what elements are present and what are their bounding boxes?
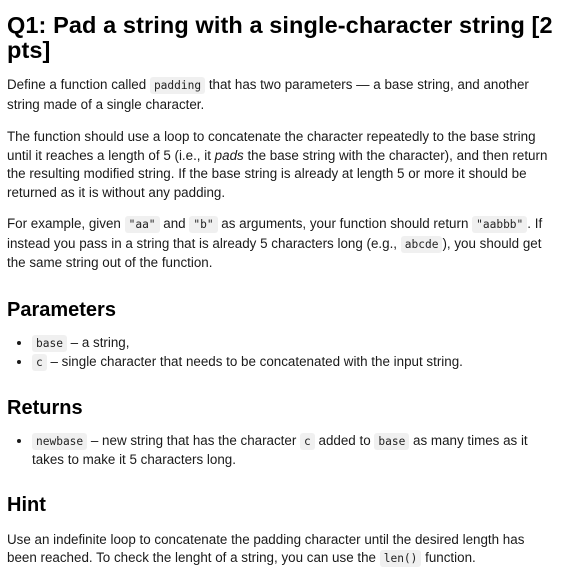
intro-paragraph: Define a function called padding that ha… <box>7 76 555 114</box>
inline-code-padding: padding <box>149 77 206 94</box>
list-item: c – single character that needs to be co… <box>32 353 555 373</box>
inline-code-base: base <box>374 432 410 450</box>
inline-code-abcde: abcde <box>400 235 443 253</box>
inline-code-len: len() <box>379 550 422 567</box>
example-text-3: as arguments, your function should retur… <box>217 216 473 231</box>
returns-text-2: added to <box>314 432 375 448</box>
hint-paragraph: Use an indefinite loop to concatenate th… <box>7 531 555 569</box>
page-title: Q1: Pad a string with a single-character… <box>7 12 553 63</box>
inline-code-c: c <box>32 354 47 371</box>
example-paragraph: For example, given "aa" and "b" as argum… <box>7 215 555 273</box>
returns-heading: Returns <box>7 396 83 419</box>
description-paragraph: The function should use a loop to concat… <box>7 128 555 202</box>
example-text-1: For example, given <box>7 216 125 231</box>
param-description: – a string, <box>66 334 130 350</box>
list-item: newbase – new string that has the charac… <box>32 432 555 470</box>
inline-code-newbase: newbase <box>32 432 88 450</box>
description-emphasis: pads <box>214 147 244 163</box>
returns-list: newbase – new string that has the charac… <box>7 432 555 470</box>
inline-code-aa: "aa" <box>124 216 160 233</box>
returns-text-1: – new string that has the character <box>87 432 301 448</box>
hint-text-2: function. <box>421 550 476 565</box>
inline-code-aabbb: "aabbb" <box>472 216 528 233</box>
example-text-2: and <box>159 216 190 231</box>
hint-heading: Hint <box>7 493 46 516</box>
document: Q1: Pad a string with a single-character… <box>0 13 562 569</box>
intro-text-1: Define a function called <box>7 77 150 92</box>
inline-code-b: "b" <box>189 216 218 233</box>
param-description: – single character that needs to be conc… <box>46 354 463 369</box>
list-item: base – a string, <box>32 334 555 354</box>
inline-code-base: base <box>32 334 67 352</box>
parameters-heading: Parameters <box>7 298 116 321</box>
parameters-list: base – a string, c – single character th… <box>7 334 555 373</box>
inline-code-c: c <box>300 432 315 450</box>
